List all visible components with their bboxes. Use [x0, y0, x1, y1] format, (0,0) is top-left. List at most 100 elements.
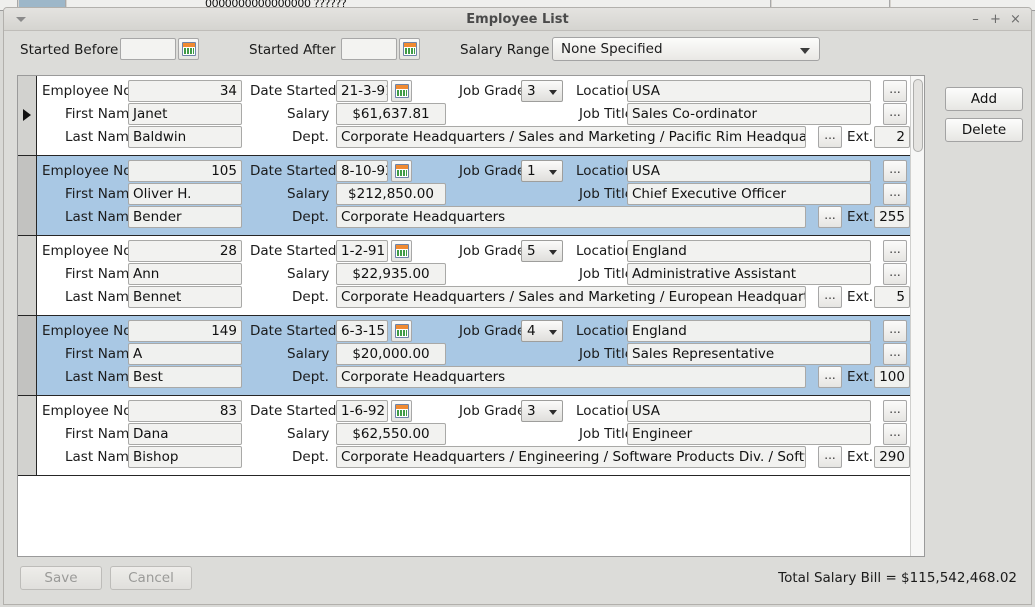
record-gutter[interactable] [18, 236, 37, 315]
vertical-scrollbar[interactable] [910, 76, 924, 556]
date-started-calendar-button[interactable] [391, 160, 412, 182]
salary-range-select[interactable]: None Specified [552, 37, 820, 61]
employee-record-row[interactable]: Employee No. First Name Last Name 34 Janet Ba… [18, 76, 910, 156]
record-gutter[interactable] [18, 156, 37, 235]
salary-field[interactable]: $62,550.00 [336, 423, 446, 445]
salary-field[interactable]: $22,935.00 [336, 263, 446, 285]
dept-field[interactable]: Corporate Headquarters [336, 206, 806, 228]
job-title-browse-button[interactable]: ... [883, 263, 907, 285]
location-field[interactable]: USA [627, 160, 871, 182]
dept-browse-button[interactable]: ... [818, 446, 842, 468]
date-started-calendar-button[interactable] [391, 240, 412, 262]
filter-bar: Started Before Started After Salary Rang… [4, 31, 1031, 68]
job-title-browse-button[interactable]: ... [883, 183, 907, 205]
record-gutter[interactable] [18, 396, 37, 475]
employee-record-row[interactable]: Employee No. First Name Last Name 83 Dana Bis… [18, 396, 910, 476]
date-started-field[interactable]: 21-3-91 [336, 80, 388, 102]
last-name-field[interactable]: Best [128, 366, 242, 388]
save-button[interactable]: Save [20, 566, 102, 590]
job-grade-value: 5 [527, 243, 536, 259]
dept-browse-button[interactable]: ... [818, 286, 842, 308]
location-browse-button[interactable]: ... [883, 320, 907, 342]
employee-no-field[interactable]: 28 [128, 240, 242, 262]
first-name-field[interactable]: Dana [128, 423, 242, 445]
employee-record-row[interactable]: Employee No. First Name Last Name 149 A Best D… [18, 316, 910, 396]
first-name-field[interactable]: Janet [128, 103, 242, 125]
job-title-field[interactable]: Administrative Assistant [627, 263, 871, 285]
last-name-field[interactable]: Bender [128, 206, 242, 228]
dept-label: Dept. [292, 129, 329, 145]
ext-field[interactable]: 5 [874, 286, 910, 308]
job-title-field[interactable]: Sales Representative [627, 343, 871, 365]
location-browse-button[interactable]: ... [883, 400, 907, 422]
close-button[interactable]: × [1007, 11, 1024, 28]
job-title-field[interactable]: Sales Co-ordinator [627, 103, 871, 125]
date-started-field[interactable]: 1-2-91 [336, 240, 388, 262]
record-gutter[interactable] [18, 316, 37, 395]
maximize-button[interactable]: + [987, 11, 1004, 28]
last-name-field[interactable]: Bishop [128, 446, 242, 468]
salary-field[interactable]: $212,850.00 [336, 183, 446, 205]
location-field[interactable]: England [627, 320, 871, 342]
job-grade-select[interactable]: 3 [521, 400, 563, 422]
delete-button[interactable]: Delete [945, 118, 1023, 142]
location-browse-button[interactable]: ... [883, 240, 907, 262]
last-name-field[interactable]: Baldwin [128, 126, 242, 148]
employee-no-field[interactable]: 149 [128, 320, 242, 342]
job-title-field[interactable]: Chief Executive Officer [627, 183, 871, 205]
job-grade-select[interactable]: 1 [521, 160, 563, 182]
salary-field[interactable]: $61,637.81 [336, 103, 446, 125]
started-before-input[interactable] [120, 38, 176, 60]
job-title-browse-button[interactable]: ... [883, 103, 907, 125]
location-field[interactable]: USA [627, 400, 871, 422]
dept-browse-button[interactable]: ... [818, 366, 842, 388]
job-title-browse-button[interactable]: ... [883, 423, 907, 445]
started-after-input[interactable] [341, 38, 397, 60]
job-title-field[interactable]: Engineer [627, 423, 871, 445]
scrollbar-thumb[interactable] [913, 79, 923, 152]
date-started-field[interactable]: 6-3-15 [336, 320, 388, 342]
dept-field[interactable]: Corporate Headquarters / Sales and Marke… [336, 126, 806, 148]
job-title-label: Job Title [579, 266, 634, 282]
location-field[interactable]: England [627, 240, 871, 262]
job-title-browse-button[interactable]: ... [883, 343, 907, 365]
dept-browse-button[interactable]: ... [818, 126, 842, 148]
location-browse-button[interactable]: ... [883, 80, 907, 102]
date-started-field[interactable]: 1-6-92 [336, 400, 388, 422]
job-grade-select[interactable]: 5 [521, 240, 563, 262]
ext-field[interactable]: 255 [874, 206, 910, 228]
first-name-field[interactable]: A [128, 343, 242, 365]
last-name-field[interactable]: Bennet [128, 286, 242, 308]
date-started-calendar-button[interactable] [391, 320, 412, 342]
ext-field[interactable]: 2 [874, 126, 910, 148]
ext-field[interactable]: 100 [874, 366, 910, 388]
date-started-field[interactable]: 8-10-92 [336, 160, 388, 182]
job-grade-select[interactable]: 4 [521, 320, 563, 342]
employee-no-field[interactable]: 105 [128, 160, 242, 182]
salary-field[interactable]: $20,000.00 [336, 343, 446, 365]
ext-field[interactable]: 290 [874, 446, 910, 468]
employee-no-field[interactable]: 83 [128, 400, 242, 422]
started-after-calendar-button[interactable] [399, 38, 420, 60]
employee-no-field[interactable]: 34 [128, 80, 242, 102]
first-name-field[interactable]: Ann [128, 263, 242, 285]
dept-field[interactable]: Corporate Headquarters [336, 366, 806, 388]
location-field[interactable]: USA [627, 80, 871, 102]
dept-field[interactable]: Corporate Headquarters / Sales and Marke… [336, 286, 806, 308]
title-bar: Employee List – + × [4, 8, 1031, 31]
employee-record-row[interactable]: Employee No. First Name Last Name 105 Oliver… [18, 156, 910, 236]
minimize-button[interactable]: – [967, 11, 984, 28]
employee-no-label: Employee No. [42, 403, 136, 419]
dept-browse-button[interactable]: ... [818, 206, 842, 228]
date-started-calendar-button[interactable] [391, 400, 412, 422]
dept-field[interactable]: Corporate Headquarters / Engineering / S… [336, 446, 806, 468]
cancel-button[interactable]: Cancel [110, 566, 192, 590]
date-started-calendar-button[interactable] [391, 80, 412, 102]
location-browse-button[interactable]: ... [883, 160, 907, 182]
job-grade-select[interactable]: 3 [521, 80, 563, 102]
first-name-field[interactable]: Oliver H. [128, 183, 242, 205]
started-before-calendar-button[interactable] [178, 38, 199, 60]
ext-label: Ext. [847, 369, 874, 385]
employee-record-row[interactable]: Employee No. First Name Last Name 28 Ann Benn… [18, 236, 910, 316]
add-button[interactable]: Add [945, 87, 1023, 111]
